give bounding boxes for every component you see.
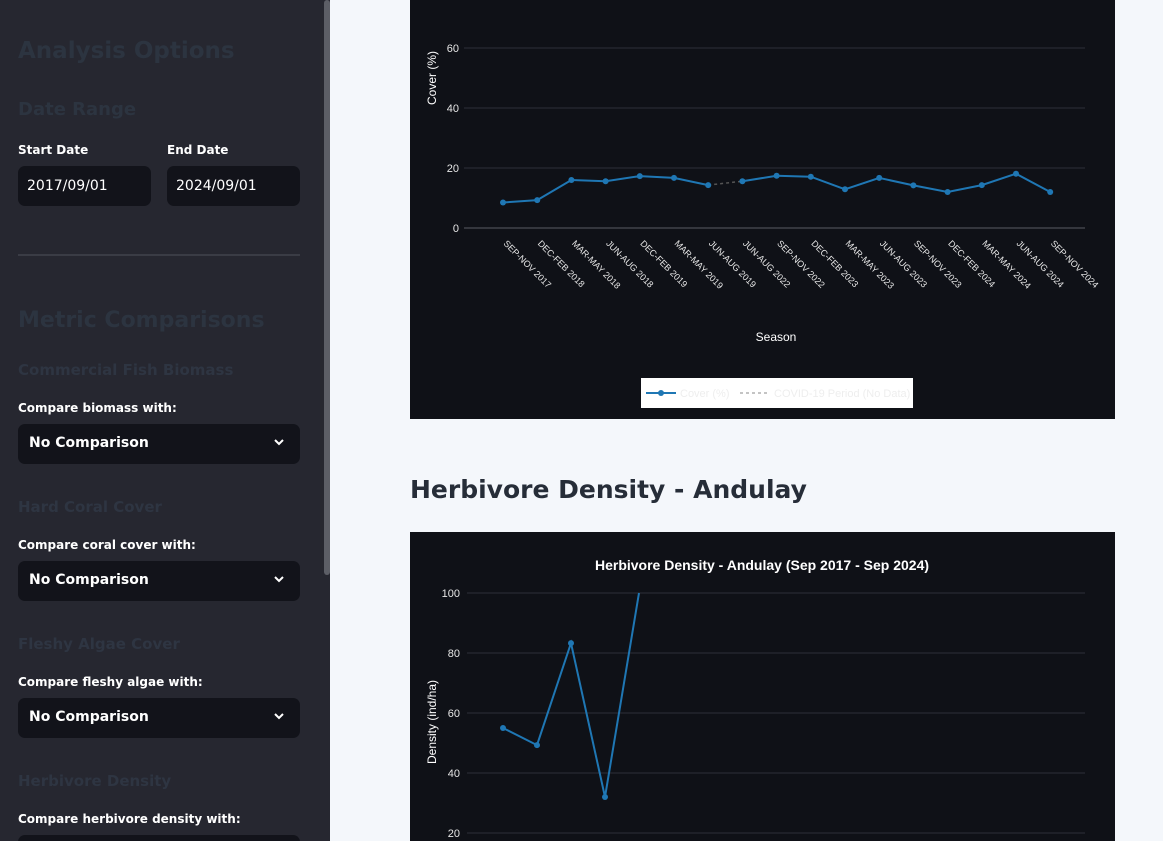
y-tick-label: 0	[453, 223, 459, 235]
density-series-line	[502, 592, 640, 798]
cover-data-point	[671, 174, 677, 181]
density-data-point	[500, 725, 506, 731]
cover-data-point	[944, 189, 951, 195]
coral-compare-value: No Comparison	[29, 572, 149, 588]
sidebar-divider	[18, 254, 300, 256]
start-date-input[interactable]: 2017/09/01	[18, 166, 151, 206]
legend-entry-covid: COVID-19 Period (No Data)	[774, 388, 910, 400]
herbivore-compare-label: Compare herbivore density with:	[18, 812, 241, 826]
y-tick-label: 20	[447, 163, 459, 175]
chevron-down-icon	[274, 576, 284, 583]
cover-data-point	[602, 178, 609, 185]
cover-chart-svg: 0204060Cover (%)SeasonSEP-NOV 2017DEC-FE…	[425, 43, 1100, 408]
y-tick-label: 40	[448, 768, 460, 780]
cover-data-point	[568, 177, 575, 183]
y-tick-label: 80	[448, 648, 460, 660]
start-date-label: Start Date	[18, 143, 89, 157]
y-tick-label: 40	[447, 103, 459, 115]
chart-title: Herbivore Density - Andulay (Sep 2017 - …	[595, 557, 929, 573]
algae-compare-select[interactable]: No Comparison	[18, 698, 300, 738]
end-date-label: End Date	[167, 143, 229, 157]
chevron-down-icon	[274, 713, 284, 720]
y-tick-label: 100	[442, 588, 460, 600]
algae-compare-label: Compare fleshy algae with:	[18, 675, 203, 689]
y-axis-label: Density (ind/ha)	[425, 680, 439, 764]
main-content: 0 20 40 60 Cover (%) Season SEP-NOV 2017 DEC-FE…	[330, 0, 1163, 841]
herbivore-density-heading: Herbivore Density	[18, 772, 172, 790]
cover-series-line	[742, 172, 1051, 194]
hard-coral-heading: Hard Coral Cover	[18, 498, 162, 516]
cover-chart: 0 20 40 60 Cover (%) Season SEP-NOV 2017 DEC-FE…	[410, 0, 1115, 419]
cover-data-point	[636, 173, 643, 180]
fish-biomass-heading: Commercial Fish Biomass	[18, 361, 234, 379]
algae-compare-value: No Comparison	[29, 709, 149, 725]
cover-data-point	[534, 197, 541, 204]
cover-data-point	[910, 182, 917, 189]
biomass-compare-value: No Comparison	[29, 435, 149, 451]
density-data-point	[602, 794, 608, 800]
metric-comparisons-heading: Metric Comparisons	[18, 308, 265, 333]
legend-entry-cover: Cover (%)	[680, 388, 730, 400]
herbivore-section-title: Herbivore Density - Andulay	[410, 475, 807, 504]
chevron-down-icon	[274, 439, 284, 446]
y-axis-label: Cover (%)	[425, 51, 439, 105]
biomass-compare-label: Compare biomass with:	[18, 401, 177, 415]
cover-data-point	[1047, 189, 1054, 195]
end-date-input[interactable]: 2024/09/01	[167, 166, 300, 206]
cover-data-point	[978, 182, 985, 189]
sidebar: Analysis Options Date Range Start Date E…	[0, 0, 330, 841]
cover-data-point	[807, 173, 814, 180]
x-axis-label: Season	[756, 330, 797, 344]
herbivore-chart: 20 40 60 80 100 Herbivore Density - Andulay (…	[410, 532, 1115, 841]
date-range-heading: Date Range	[18, 99, 137, 120]
cover-data-point	[842, 186, 848, 193]
cover-data-point	[773, 172, 780, 179]
cover-data-point	[739, 178, 746, 185]
coral-compare-select[interactable]: No Comparison	[18, 561, 300, 601]
coral-compare-label: Compare coral cover with:	[18, 538, 196, 552]
cover-data-point	[876, 174, 883, 181]
covid-gap-line	[708, 180, 743, 186]
cover-data-point	[500, 199, 506, 206]
cover-data-point	[1013, 170, 1019, 177]
density-data-point	[568, 640, 574, 647]
sidebar-title: Analysis Options	[18, 38, 235, 64]
y-tick-label: 60	[448, 708, 460, 720]
cover-data-point	[705, 182, 712, 189]
biomass-compare-select[interactable]: No Comparison	[18, 424, 300, 464]
legend-point-swatch	[658, 390, 664, 396]
herbivore-chart-svg: 20 40 60 80 100 Herbivore Density - Andulay (…	[425, 557, 1085, 840]
fleshy-algae-heading: Fleshy Algae Cover	[18, 635, 180, 653]
y-tick-label: 20	[448, 828, 460, 840]
herbivore-compare-select[interactable]	[18, 835, 300, 841]
y-tick-label: 60	[447, 43, 459, 55]
density-data-point	[534, 742, 540, 749]
